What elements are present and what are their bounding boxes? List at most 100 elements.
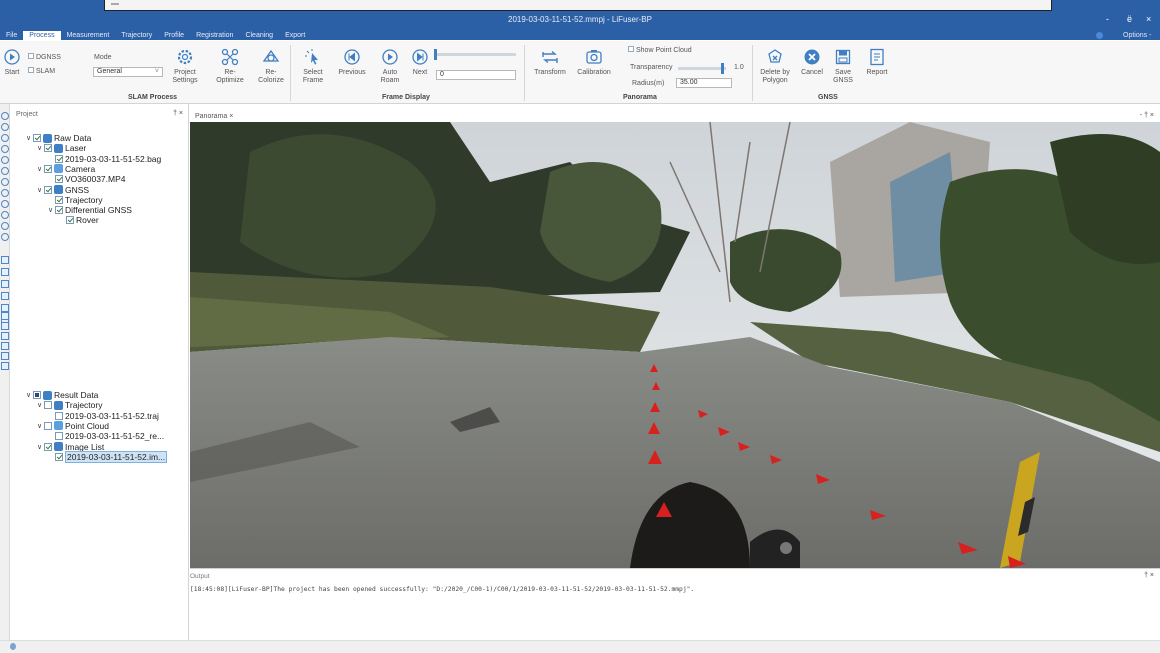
menu-process[interactable]: Process bbox=[23, 31, 61, 41]
menu-cleaning[interactable]: Cleaning bbox=[239, 31, 279, 41]
tree-checkbox[interactable] bbox=[66, 216, 74, 225]
tool-icon-7[interactable] bbox=[1, 178, 9, 186]
tool-icon-1[interactable] bbox=[1, 112, 9, 120]
menu-file[interactable]: File bbox=[0, 31, 23, 41]
layer-icon-6[interactable] bbox=[1, 362, 9, 370]
options-icon[interactable] bbox=[1096, 32, 1103, 39]
options-menu[interactable]: Options - bbox=[1123, 32, 1151, 39]
layer-icon-3[interactable] bbox=[1, 332, 9, 340]
calibration-button[interactable]: Calibration bbox=[574, 45, 614, 77]
view-icon-5[interactable] bbox=[1, 304, 9, 312]
tool-icon-4[interactable] bbox=[1, 145, 9, 153]
cancel-button[interactable]: Cancel bbox=[795, 45, 829, 77]
save-gnss-button[interactable]: Save GNSS bbox=[826, 45, 860, 85]
tree-node[interactable]: ∨ Result Data bbox=[26, 390, 98, 400]
tree-checkbox[interactable] bbox=[55, 452, 63, 461]
menu-measurement[interactable]: Measurement bbox=[61, 31, 116, 41]
tree-node[interactable]: 2019-03-03-11-51-52.im... bbox=[48, 450, 168, 463]
tree-node[interactable]: ∨ Trajectory bbox=[37, 400, 102, 410]
menu-trajectory[interactable]: Trajectory bbox=[115, 31, 158, 41]
layer-icon-1[interactable] bbox=[1, 312, 9, 320]
panorama-view[interactable] bbox=[190, 122, 1160, 568]
tab-panorama[interactable]: Panorama × bbox=[195, 113, 233, 120]
panorama-window-controls[interactable]: - † × bbox=[1140, 112, 1154, 119]
slam-checkbox[interactable]: SLAM bbox=[28, 67, 55, 75]
view-icon-1[interactable] bbox=[1, 256, 9, 264]
tree-checkbox[interactable] bbox=[55, 411, 63, 420]
panel-pin-close-icons[interactable]: † × bbox=[173, 110, 183, 117]
start-button[interactable]: Start bbox=[0, 45, 24, 77]
expand-arrow-icon[interactable]: ∨ bbox=[48, 206, 55, 214]
tree-checkbox[interactable] bbox=[44, 164, 52, 173]
expand-arrow-icon[interactable]: ∨ bbox=[37, 165, 44, 173]
tool-icon-10[interactable] bbox=[1, 211, 9, 219]
view-icon-4[interactable] bbox=[1, 292, 9, 300]
view-icon-3[interactable] bbox=[1, 280, 9, 288]
tree-checkbox[interactable] bbox=[55, 175, 63, 184]
transparency-slider-thumb[interactable] bbox=[721, 63, 724, 74]
tree-node[interactable]: ∨ Camera bbox=[37, 164, 95, 174]
tree-node[interactable]: ∨ GNSS bbox=[37, 185, 89, 195]
frame-number-input[interactable]: 0 bbox=[436, 70, 516, 80]
tree-node[interactable]: ∨ Laser bbox=[37, 143, 86, 153]
layer-icon-2[interactable] bbox=[1, 322, 9, 330]
show-point-cloud-checkbox[interactable]: Show Point Cloud bbox=[628, 46, 692, 54]
expand-arrow-icon[interactable]: ∨ bbox=[37, 401, 44, 409]
minimize-button[interactable]: - bbox=[1106, 14, 1109, 24]
tree-node[interactable]: VO360037.MP4 bbox=[48, 174, 125, 184]
report-button[interactable]: Report bbox=[860, 45, 894, 77]
delete-by-polygon-button[interactable]: Delete by Polygon bbox=[756, 45, 794, 85]
radius-input[interactable]: 35.00 bbox=[676, 78, 732, 88]
transform-button[interactable]: Transform bbox=[532, 45, 568, 77]
expand-arrow-icon[interactable]: ∨ bbox=[37, 443, 44, 451]
tree-checkbox[interactable] bbox=[55, 195, 63, 204]
layer-icon-5[interactable] bbox=[1, 352, 9, 360]
close-button[interactable]: × bbox=[1146, 14, 1151, 24]
tree-node[interactable]: Trajectory bbox=[48, 195, 102, 205]
tree-checkbox[interactable] bbox=[44, 401, 52, 410]
menu-registration[interactable]: Registration bbox=[190, 31, 239, 41]
layer-icon-4[interactable] bbox=[1, 342, 9, 350]
tool-icon-12[interactable] bbox=[1, 233, 9, 241]
tree-node[interactable]: ∨ Raw Data bbox=[26, 133, 91, 143]
re-optimize-button[interactable]: Re- Optimize bbox=[213, 45, 247, 85]
project-settings-button[interactable]: Project Settings bbox=[168, 45, 202, 85]
frame-slider-thumb[interactable] bbox=[434, 49, 437, 60]
tree-node[interactable]: ∨ Differential GNSS bbox=[48, 205, 132, 215]
select-frame-button[interactable]: Select Frame bbox=[296, 45, 330, 85]
expand-arrow-icon[interactable]: ∨ bbox=[37, 186, 44, 194]
tool-icon-6[interactable] bbox=[1, 167, 9, 175]
menu-profile[interactable]: Profile bbox=[158, 31, 190, 41]
tree-checkbox[interactable] bbox=[55, 206, 63, 215]
dgnss-checkbox[interactable]: DGNSS bbox=[28, 53, 61, 61]
transparency-slider[interactable] bbox=[678, 63, 726, 74]
tree-checkbox[interactable] bbox=[33, 134, 41, 142]
tool-icon-11[interactable] bbox=[1, 222, 9, 230]
tree-node[interactable]: 2019-03-03-11-51-52.traj bbox=[48, 411, 159, 421]
tree-checkbox[interactable] bbox=[55, 432, 63, 441]
restore-button[interactable]: ё bbox=[1127, 14, 1132, 24]
frame-slider[interactable] bbox=[434, 49, 516, 60]
mode-select[interactable]: General ˅ bbox=[93, 67, 163, 77]
tool-icon-5[interactable] bbox=[1, 156, 9, 164]
expand-arrow-icon[interactable]: ∨ bbox=[26, 391, 33, 399]
expand-arrow-icon[interactable]: ∨ bbox=[37, 422, 44, 430]
previous-button[interactable]: Previous bbox=[335, 45, 369, 77]
tree-checkbox[interactable] bbox=[44, 421, 52, 430]
tool-icon-9[interactable] bbox=[1, 200, 9, 208]
tree-checkbox[interactable] bbox=[44, 144, 52, 153]
expand-arrow-icon[interactable]: ∨ bbox=[26, 134, 33, 142]
tree-node[interactable]: 2019-03-03-11-51-52.bag bbox=[48, 154, 161, 164]
tool-icon-2[interactable] bbox=[1, 123, 9, 131]
tool-icon-8[interactable] bbox=[1, 189, 9, 197]
tree-checkbox[interactable] bbox=[33, 391, 41, 399]
tree-checkbox[interactable] bbox=[44, 442, 52, 451]
re-colorize-button[interactable]: Re- Colorize bbox=[254, 45, 288, 85]
auto-roam-button[interactable]: Auto Roam bbox=[373, 45, 407, 85]
tool-icon-3[interactable] bbox=[1, 134, 9, 142]
tree-checkbox[interactable] bbox=[55, 154, 63, 163]
view-icon-2[interactable] bbox=[1, 268, 9, 276]
tree-checkbox[interactable] bbox=[44, 185, 52, 194]
next-button[interactable]: Next bbox=[403, 45, 437, 77]
output-pin-close-icons[interactable]: † × bbox=[1144, 572, 1154, 579]
